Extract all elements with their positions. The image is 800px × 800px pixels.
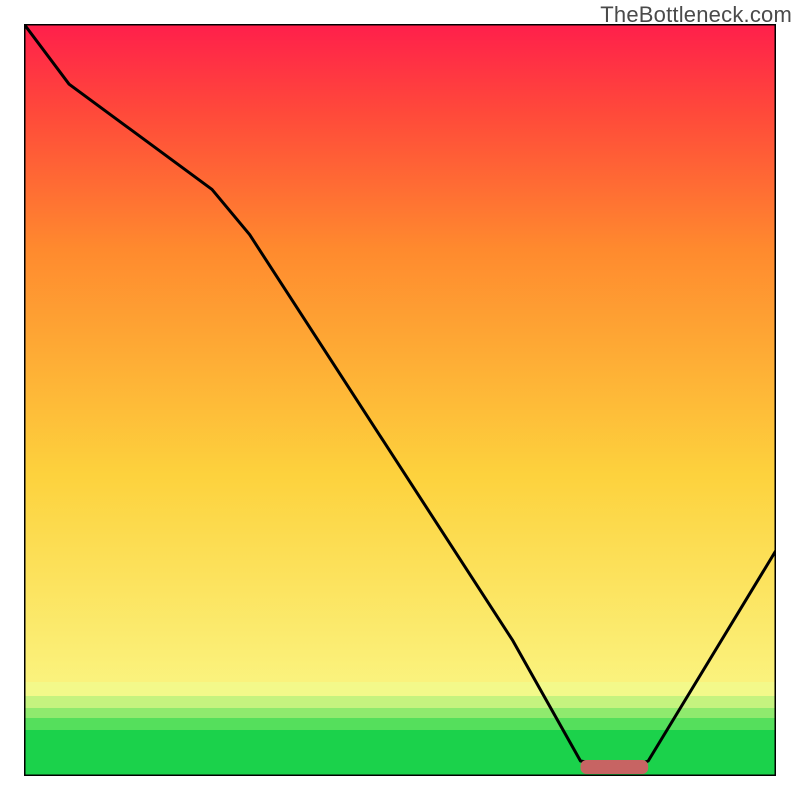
optimal-marker <box>581 760 649 774</box>
green-band-2 <box>24 718 776 730</box>
bottleneck-chart <box>24 24 776 776</box>
green-band-3 <box>24 708 776 718</box>
chart-svg <box>24 24 776 776</box>
green-band-4 <box>24 696 776 708</box>
green-band-5 <box>24 682 776 696</box>
chart-background <box>24 24 776 776</box>
